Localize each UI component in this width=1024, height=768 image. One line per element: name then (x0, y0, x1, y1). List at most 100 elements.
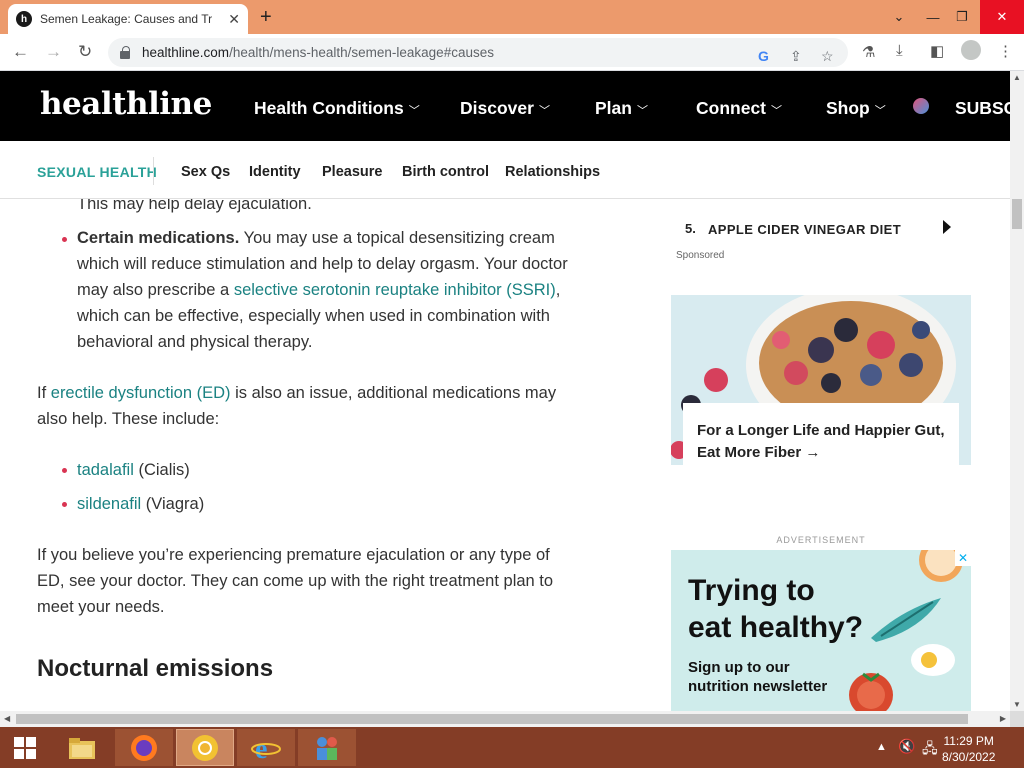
chevron-down-icon: ﹀ (408, 105, 420, 117)
windows-taskbar: e ▲ 🔇 🖧 11:29 PM 8/30/2022 (0, 727, 1024, 768)
horizontal-scrollbar[interactable]: ◀ ▶ (0, 711, 1010, 727)
chrome-icon (192, 734, 218, 761)
play-arrow-icon[interactable] (943, 220, 951, 234)
list-title: APPLE CIDER VINEGAR DIET (708, 222, 902, 237)
svg-text:e: e (255, 734, 267, 763)
list-item: sildenafil (Viagra) (77, 495, 205, 513)
nav-discover[interactable]: Discover ﹀ (460, 98, 550, 119)
people-icon (317, 736, 337, 760)
side-panel-icon[interactable]: ◧ (930, 42, 944, 60)
subnav-divider (153, 157, 154, 185)
taskbar-people-app[interactable] (298, 729, 356, 766)
sub-navigation: SEXUAL HEALTH Sex Qs Identity Pleasure B… (0, 141, 1010, 199)
medications-paragraph: Certain medications. You may use a topic… (77, 229, 568, 351)
ssri-link[interactable]: selective serotonin reuptake inhibitor (… (234, 281, 556, 299)
promo-title[interactable]: For a Longer Life and Happier Gut, Eat M… (697, 420, 945, 464)
subnav-sex-qs[interactable]: Sex Qs (181, 164, 230, 180)
advertisement-label: ADVERTISEMENT (776, 535, 866, 545)
scroll-up-icon[interactable]: ▲ (1013, 73, 1021, 82)
share-icon[interactable]: ⇪ (790, 48, 802, 65)
browser-tab-bar: h Semen Leakage: Causes and Trea ✕ + ⌄ —… (0, 0, 1024, 34)
ad-close-icon[interactable]: ✕ (955, 550, 971, 566)
reload-icon[interactable]: ↻ (78, 42, 92, 62)
back-arrow-icon[interactable]: ← (12, 42, 29, 62)
profile-avatar-icon[interactable] (961, 40, 981, 60)
chevron-down-icon: ﹀ (538, 105, 550, 117)
erectile-dysfunction-link[interactable]: erectile dysfunction (ED) (51, 384, 231, 402)
taskbar-internet-explorer[interactable]: e (237, 729, 295, 766)
site-header: healthline Health Conditions ﹀ Discover ﹀ … (0, 71, 1010, 141)
sponsored-label: Sponsored (676, 250, 725, 261)
taskbar-firefox[interactable] (115, 729, 173, 766)
forward-arrow-icon[interactable]: → (45, 42, 62, 62)
browser-tab[interactable]: h Semen Leakage: Causes and Trea ✕ (8, 4, 248, 34)
taskbar-chrome[interactable] (176, 729, 234, 766)
scrollbar-corner (1010, 711, 1024, 727)
subnav-birth-control[interactable]: Birth control (402, 164, 489, 180)
chevron-down-icon: ﹀ (771, 105, 782, 117)
medications-heading: Certain medications. (77, 229, 240, 247)
sponsored-list-item[interactable]: 5. APPLE CIDER VINEGAR DIET (671, 210, 971, 250)
newsletter-ad[interactable]: Trying to eat healthy? Sign up to our nutr… (671, 550, 971, 712)
taskbar-file-explorer[interactable] (53, 729, 111, 766)
ad-title: Trying to eat healthy? (688, 574, 864, 644)
clock-time: 11:29 PM (943, 734, 994, 748)
list-item: tadalafil (Cialis) (77, 461, 190, 479)
tab-title: Semen Leakage: Causes and Trea (40, 12, 212, 26)
url-text[interactable]: healthline.com/health/mens-health/semen-… (142, 45, 494, 60)
volume-muted-icon[interactable]: 🔇 (898, 738, 915, 755)
sildenafil-link[interactable]: sildenafil (77, 495, 141, 513)
tab-close-icon[interactable]: ✕ (228, 11, 240, 28)
labs-flask-icon[interactable]: ⚗ (862, 43, 875, 61)
nav-plan[interactable]: Plan ﹀ (595, 98, 648, 119)
bookmark-star-icon[interactable]: ☆ (821, 48, 834, 65)
globe-icon[interactable] (913, 98, 929, 114)
scroll-thumb[interactable] (16, 714, 968, 724)
scroll-down-icon[interactable]: ▼ (1013, 700, 1021, 709)
healthline-favicon-icon: h (16, 11, 32, 27)
minimize-button[interactable]: — (918, 0, 948, 34)
nav-connect[interactable]: Connect ﹀ (696, 98, 782, 119)
scroll-right-icon[interactable]: ▶ (1000, 714, 1006, 723)
network-icon[interactable]: 🖧 (922, 738, 938, 762)
ad-subtitle: Sign up to our nutrition newsletter (688, 659, 828, 695)
show-hidden-icons-icon[interactable]: ▲ (876, 741, 887, 753)
chevron-down-icon: ﹀ (636, 105, 648, 117)
restore-button[interactable]: ❐ (947, 0, 977, 34)
system-clock[interactable]: 11:29 PM 8/30/2022 (942, 733, 995, 765)
scroll-left-icon[interactable]: ◀ (4, 714, 10, 723)
address-bar[interactable]: healthline.com/health/mens-health/semen-… (108, 38, 848, 67)
bullet-icon (62, 237, 67, 242)
see-doctor-paragraph: If you believe you’re experiencing prema… (37, 546, 554, 616)
tab-search-chevron-icon[interactable]: ⌄ (884, 0, 914, 34)
subnav-pleasure[interactable]: Pleasure (322, 164, 382, 180)
chevron-down-icon: ﹀ (874, 105, 886, 117)
window-close-button[interactable]: ✕ (980, 0, 1024, 34)
promo-card[interactable]: For a Longer Life and Happier Gut, Eat M… (683, 403, 959, 473)
nav-health-conditions[interactable]: Health Conditions ﹀ (254, 98, 420, 119)
clock-date: 8/30/2022 (942, 750, 996, 764)
new-tab-button[interactable]: + (260, 6, 272, 29)
start-button[interactable] (0, 729, 50, 766)
scroll-thumb[interactable] (1012, 199, 1022, 229)
arrow-right-icon: → (805, 444, 821, 461)
article-body: This may help delay ejaculation. Certain… (0, 199, 640, 711)
menu-kebab-icon[interactable]: ⋮ (998, 42, 1013, 60)
section-heading: Nocturnal emissions (37, 655, 274, 682)
ed-paragraph: If erectile dysfunction (ED) is also an … (37, 384, 557, 428)
nav-shop[interactable]: Shop ﹀ (826, 98, 886, 119)
bullet-icon (62, 468, 67, 473)
google-translate-icon[interactable]: G (758, 48, 769, 64)
download-icon[interactable]: ⤓ (896, 42, 903, 59)
healthline-logo[interactable]: healthline (40, 86, 212, 122)
lock-icon[interactable] (120, 45, 130, 59)
subscribe-link[interactable]: SUBSC (955, 98, 1010, 119)
subnav-brand[interactable]: SEXUAL HEALTH (37, 164, 157, 180)
windows-logo-icon (14, 736, 36, 759)
vertical-scrollbar[interactable]: ▲ ▼ (1010, 71, 1024, 711)
subnav-relationships[interactable]: Relationships (505, 164, 600, 180)
list-number: 5. (685, 221, 696, 236)
subnav-identity[interactable]: Identity (249, 164, 301, 180)
tadalafil-link[interactable]: tadalafil (77, 461, 134, 479)
bullet-icon (62, 502, 67, 507)
